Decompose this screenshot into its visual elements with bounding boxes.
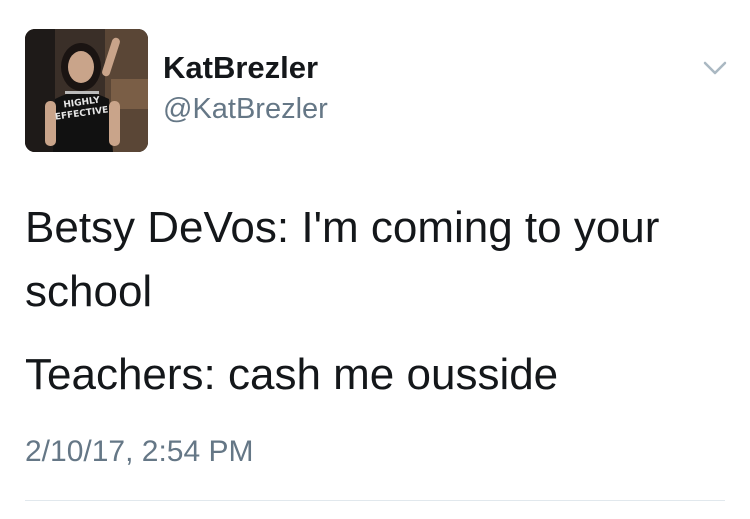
divider — [25, 500, 725, 501]
user-handle[interactable]: @KatBrezler — [163, 92, 328, 126]
tweet-timestamp[interactable]: 2/10/17, 2:54 PM — [25, 434, 254, 470]
tweet-text-line: Betsy DeVos: I'm coming to your school — [25, 203, 660, 316]
avatar-photo-icon: HIGHLY EFFECTIVE — [25, 29, 148, 152]
tweet-card: HIGHLY EFFECTIVE KatBrezler @KatBrezler … — [0, 0, 750, 519]
display-name[interactable]: KatBrezler — [163, 50, 318, 86]
tweet-text: Betsy DeVos: I'm coming to your school T… — [25, 196, 725, 407]
tweet-text-line: Teachers: cash me ousside — [25, 350, 559, 399]
avatar[interactable]: HIGHLY EFFECTIVE — [25, 29, 148, 152]
chevron-down-icon[interactable] — [701, 58, 729, 78]
